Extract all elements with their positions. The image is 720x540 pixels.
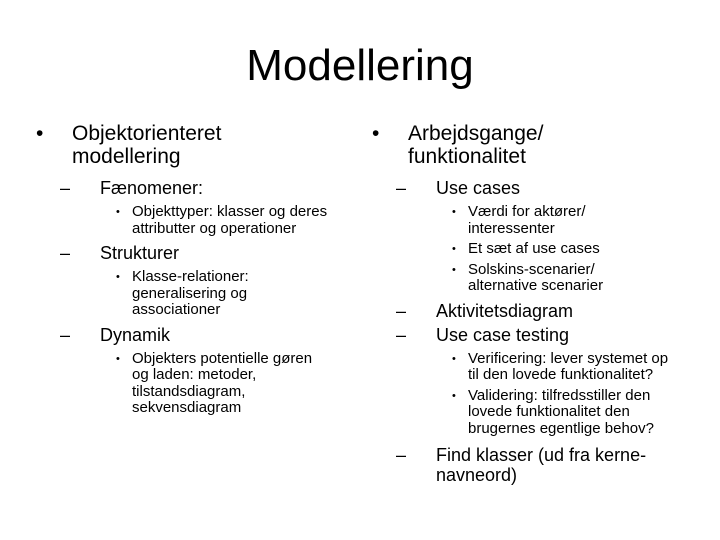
left-heading-text: Objektorienteret modellering bbox=[72, 122, 222, 168]
right-section-use-cases: – Use cases bbox=[372, 178, 702, 198]
bullet-icon: • bbox=[372, 122, 380, 145]
dash-icon: – bbox=[60, 243, 71, 263]
item-text: Validering: tilfredsstiller den lovede f… bbox=[468, 386, 654, 437]
section-label: Fænomener: bbox=[100, 178, 204, 198]
dash-icon: – bbox=[396, 178, 407, 198]
bullet-icon: • bbox=[452, 243, 456, 255]
dash-icon: – bbox=[396, 445, 407, 465]
left-column: • Objektorienteret modellering – Fænomen… bbox=[36, 122, 366, 417]
section-label: Dynamik bbox=[100, 324, 171, 345]
left-heading: • Objektorienteret modellering bbox=[36, 122, 366, 168]
dash-icon: – bbox=[396, 324, 407, 345]
right-section-find-classes: – Find klasser (ud fra kerne-navneord) bbox=[372, 445, 656, 485]
bullet-icon: • bbox=[116, 271, 120, 283]
dash-icon: – bbox=[396, 300, 407, 321]
list-item: • Verificering: lever systemet op til de… bbox=[372, 349, 683, 384]
section-label: Use cases bbox=[436, 178, 521, 198]
right-section-use-case-testing: – Use case testing bbox=[372, 325, 702, 345]
list-item: • Et sæt af use cases bbox=[372, 240, 668, 258]
item-text: Solskins-scenarier/ alternative scenarie… bbox=[468, 260, 604, 294]
dash-icon: – bbox=[60, 324, 71, 345]
section-label: Aktivitetsdiagram bbox=[436, 300, 574, 321]
slide-title: Modellering bbox=[246, 41, 474, 90]
list-item: • Værdi for aktører/ interessenter bbox=[372, 203, 628, 237]
item-text: Objekttyper: klasser og deres attributte… bbox=[132, 203, 328, 237]
left-section-dynamics: – Dynamik bbox=[36, 325, 366, 345]
section-label: Use case testing bbox=[436, 324, 570, 345]
dash-icon: – bbox=[60, 178, 71, 198]
item-text: Verificering: lever systemet op til den … bbox=[468, 349, 669, 383]
right-heading-text: Arbejdsgange/ funktionalitet bbox=[408, 122, 544, 168]
bullet-icon: • bbox=[452, 206, 456, 218]
list-item: • Validering: tilfredsstiller den lovede… bbox=[372, 386, 673, 438]
bullet-icon: • bbox=[452, 352, 456, 365]
bullet-icon: • bbox=[116, 206, 120, 218]
item-text: Objekters potentielle gøren og laden: me… bbox=[132, 349, 313, 416]
list-item: • Solskins-scenarier/ alternative scenar… bbox=[372, 260, 643, 295]
bullet-icon: • bbox=[452, 389, 456, 402]
section-label: Strukturer bbox=[100, 243, 180, 263]
item-text: Værdi for aktører/ interessenter bbox=[468, 203, 586, 237]
list-item: • Objekters potentielle gøren og laden: … bbox=[36, 349, 332, 417]
right-section-activity-diagram: – Aktivitetsdiagram bbox=[372, 301, 702, 321]
left-section-phenomena: – Fænomener: bbox=[36, 178, 366, 198]
right-heading: • Arbejdsgange/ funktionalitet bbox=[372, 122, 702, 168]
item-text: Et sæt af use cases bbox=[468, 240, 600, 257]
item-text: Klasse-relationer: generalisering og ass… bbox=[132, 268, 249, 318]
bullet-icon: • bbox=[116, 352, 120, 365]
bullet-icon: • bbox=[36, 122, 44, 145]
section-label: Find klasser (ud fra kerne-navneord) bbox=[436, 445, 647, 485]
list-item: • Klasse-relationer: generalisering og a… bbox=[36, 268, 272, 319]
bullet-icon: • bbox=[452, 263, 456, 276]
left-section-structures: – Strukturer bbox=[36, 243, 366, 263]
list-item: • Objekttyper: klasser og deres attribut… bbox=[36, 203, 332, 237]
right-column: • Arbejdsgange/ funktionalitet – Use cas… bbox=[372, 122, 702, 485]
